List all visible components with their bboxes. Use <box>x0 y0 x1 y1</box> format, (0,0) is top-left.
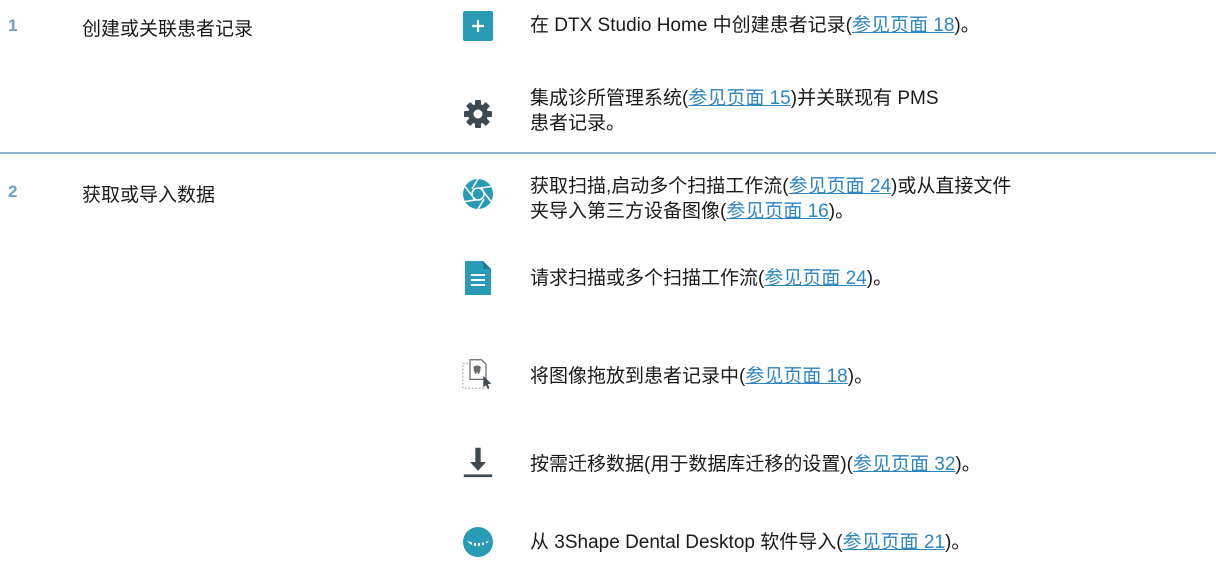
page-link[interactable]: 参见页面 24 <box>764 268 866 289</box>
dental-scan-icon <box>462 526 494 558</box>
page-link[interactable]: 参见页面 24 <box>789 176 891 197</box>
item-text: 获取扫描,启动多个扫描工作流( <box>530 176 789 197</box>
item-text: 夹导入第三方设备图像( <box>530 201 727 222</box>
item-text: 按需迁移数据(用于数据库迁移的设置)( <box>530 454 853 475</box>
page-link[interactable]: 参见页面 16 <box>726 201 828 222</box>
plus-icon <box>462 10 494 42</box>
download-icon <box>462 446 494 478</box>
item-text: )。 <box>945 532 971 553</box>
item-text: )并关联现有 PMS <box>790 88 939 109</box>
item-text: 集成诊所管理系统( <box>530 88 689 109</box>
item-text: )。 <box>954 15 980 36</box>
page-link[interactable]: 参见页面 18 <box>852 15 954 36</box>
item-text: )。 <box>828 201 855 222</box>
step-title: 创建或关联患者记录 <box>82 19 254 40</box>
drag-drop-image-icon <box>462 358 494 390</box>
page-link[interactable]: 参见页面 32 <box>853 454 955 475</box>
item-text: )或从直接文件 <box>891 176 1012 197</box>
camera-shutter-icon <box>462 178 494 210</box>
page-link[interactable]: 参见页面 15 <box>688 88 790 109</box>
step-item: 将图像拖放到患者记录中(参见页面 18)。 <box>530 364 1200 389</box>
item-text: 从 3Shape Dental Desktop 软件导入( <box>530 532 843 553</box>
section-divider <box>0 152 1216 154</box>
step-item: 从 3Shape Dental Desktop 软件导入(参见页面 21)。 <box>530 530 1200 555</box>
item-text: )。 <box>955 454 981 475</box>
document-icon <box>462 261 494 295</box>
step-item: 获取扫描,启动多个扫描工作流(参见页面 24)或从直接文件 夹导入第三方设备图像… <box>530 174 1200 224</box>
step-item: 在 DTX Studio Home 中创建患者记录(参见页面 18)。 <box>530 13 1200 38</box>
step-item: 按需迁移数据(用于数据库迁移的设置)(参见页面 32)。 <box>530 452 1200 477</box>
page-link[interactable]: 参见页面 18 <box>745 366 847 387</box>
step-item: 请求扫描或多个扫描工作流(参见页面 24)。 <box>530 266 1200 291</box>
step-number: 2 <box>8 182 18 201</box>
item-text: )。 <box>866 268 893 289</box>
page-link[interactable]: 参见页面 21 <box>843 532 945 553</box>
step-number: 1 <box>8 16 18 35</box>
item-text: )。 <box>847 366 874 387</box>
item-text: 在 DTX Studio Home 中创建患者记录( <box>530 15 852 36</box>
step-title: 获取或导入数据 <box>82 185 216 206</box>
item-text: 请求扫描或多个扫描工作流( <box>530 268 765 289</box>
step-item: 集成诊所管理系统(参见页面 15)并关联现有 PMS 患者记录。 <box>530 86 1200 136</box>
gear-icon <box>462 98 494 130</box>
item-text: 患者记录。 <box>530 113 626 134</box>
item-text: 将图像拖放到患者记录中( <box>530 366 746 387</box>
